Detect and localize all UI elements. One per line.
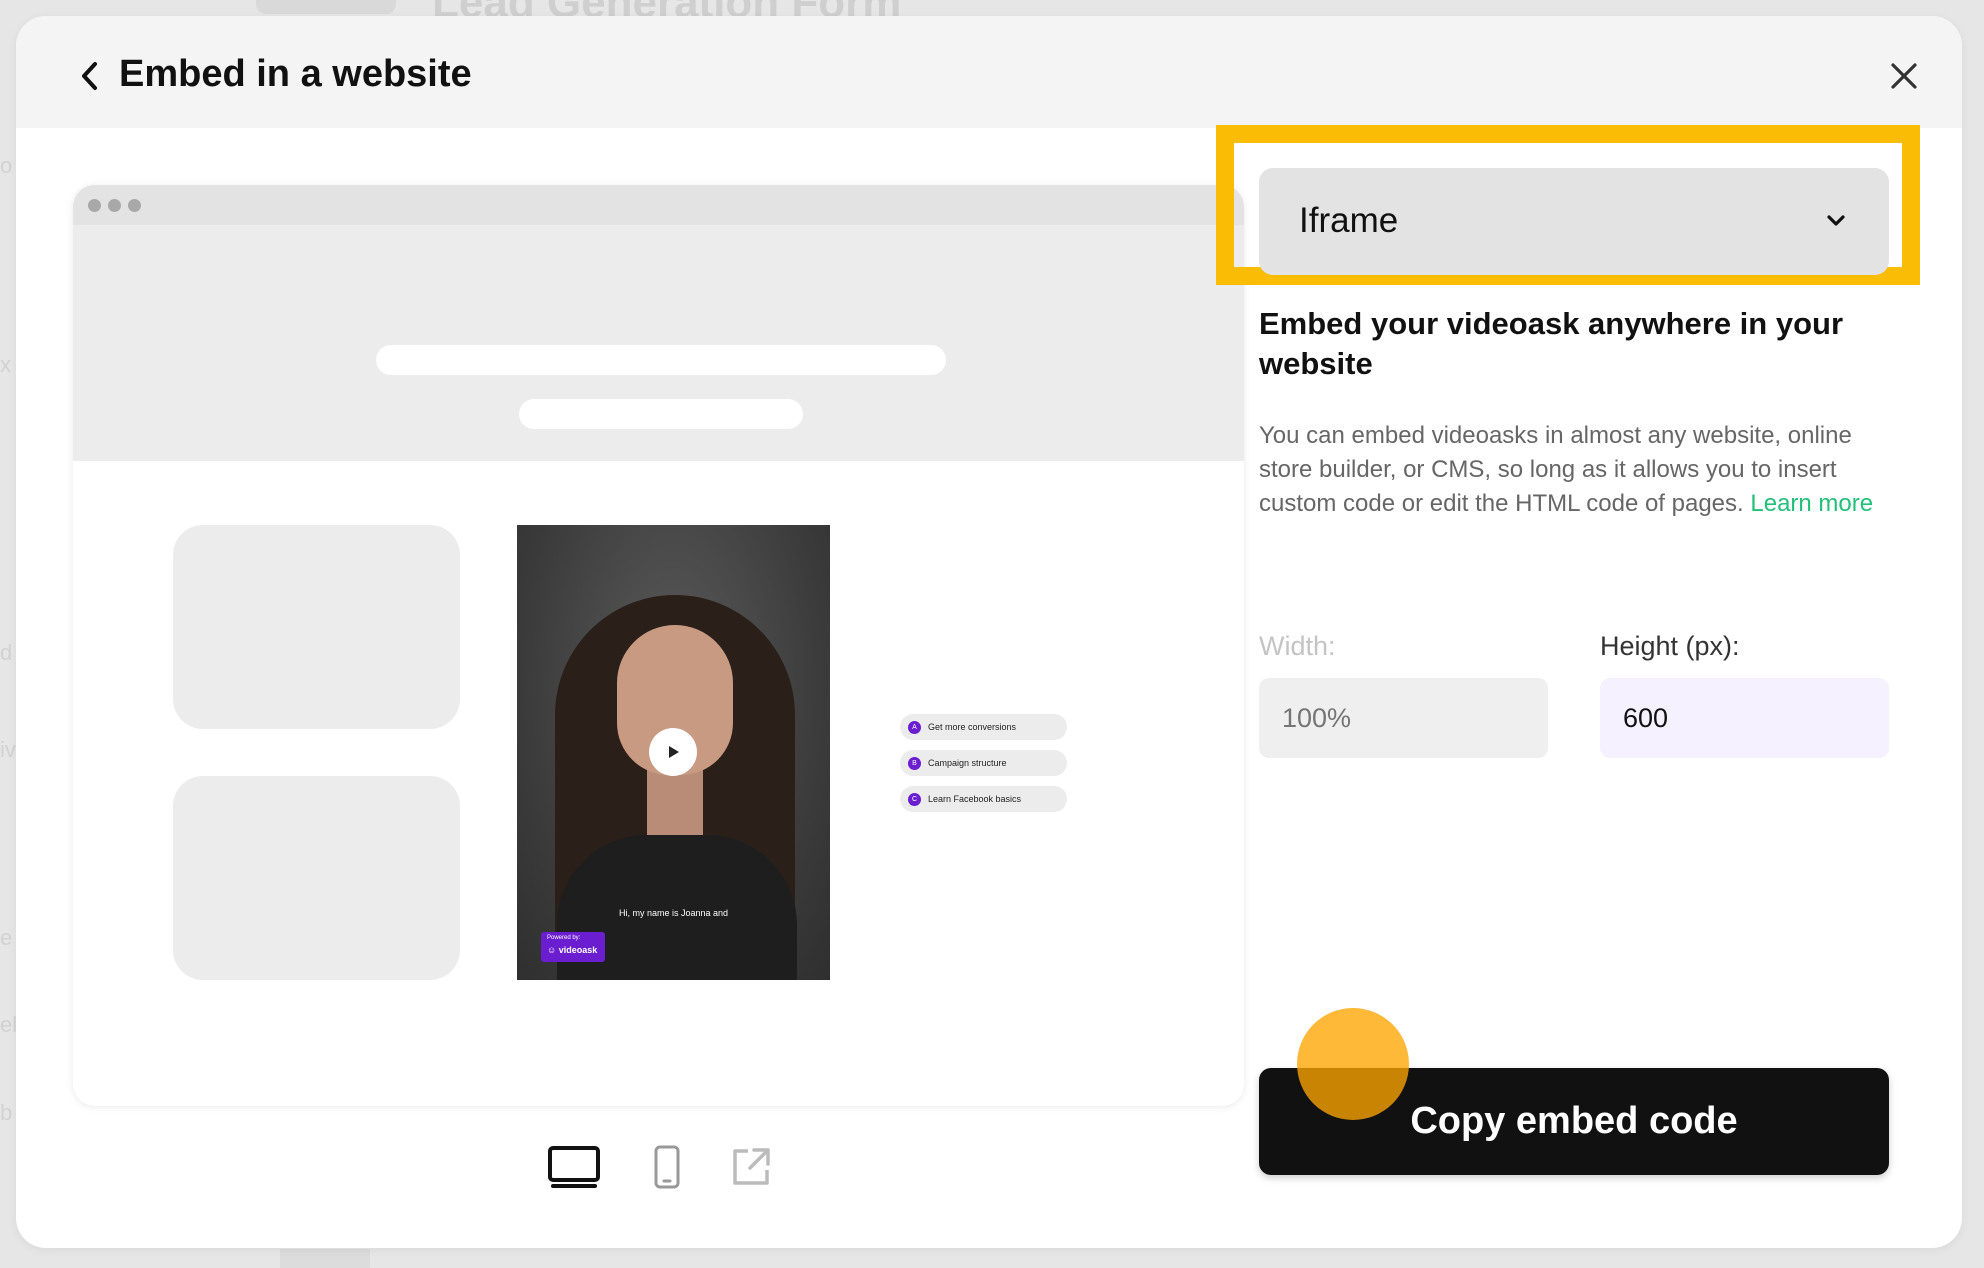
width-label: Width: bbox=[1259, 631, 1336, 661]
answer-option[interactable]: C Learn Facebook basics bbox=[900, 786, 1067, 812]
panel-description: You can embed videoasks in almost any we… bbox=[1259, 419, 1899, 521]
backdrop-side-text: o bbox=[0, 153, 13, 178]
window-dot bbox=[88, 199, 101, 212]
backdrop-side-text: b bbox=[0, 1100, 13, 1125]
modal-header: Embed in a website bbox=[16, 16, 1962, 128]
answer-label: Get more conversions bbox=[928, 722, 1017, 732]
videoask-brand-text: videoask bbox=[558, 945, 598, 955]
answer-letter: B bbox=[908, 756, 921, 770]
embed-type-select[interactable]: Iframe bbox=[1259, 168, 1889, 275]
chevron-left-icon bbox=[82, 62, 97, 90]
backdrop-side-text: iv bbox=[0, 737, 16, 762]
width-input[interactable] bbox=[1259, 678, 1548, 758]
desktop-view-button[interactable] bbox=[546, 1144, 602, 1190]
window-dot bbox=[128, 199, 141, 212]
preview-hero bbox=[73, 225, 1244, 461]
content-placeholder-card bbox=[173, 776, 460, 980]
answer-option[interactable]: B Campaign structure bbox=[900, 750, 1067, 776]
play-icon bbox=[669, 746, 679, 758]
chevron-down-icon bbox=[1827, 215, 1845, 226]
videoask-logo-icon: ☺ bbox=[547, 945, 557, 955]
back-button[interactable] bbox=[68, 54, 112, 98]
answer-letter: C bbox=[908, 792, 921, 806]
mobile-view-icon bbox=[654, 1145, 680, 1189]
backdrop-footer-block bbox=[280, 1249, 370, 1268]
copy-embed-code-button[interactable]: Copy embed code bbox=[1259, 1068, 1889, 1175]
content-placeholder-card bbox=[173, 525, 460, 729]
window-dot bbox=[108, 199, 121, 212]
learn-more-link[interactable]: Learn more bbox=[1750, 490, 1873, 517]
website-preview: Hi, my name is Joanna and Powered by: ☺ … bbox=[73, 185, 1244, 1106]
embed-type-value: Iframe bbox=[1299, 201, 1399, 240]
modal-title: Embed in a website bbox=[119, 53, 472, 95]
answer-letter: A bbox=[908, 720, 921, 734]
desktop-view-icon bbox=[548, 1146, 600, 1188]
answer-option[interactable]: A Get more conversions bbox=[900, 714, 1067, 740]
powered-by-badge[interactable]: Powered by: ☺ videoask bbox=[541, 932, 605, 962]
play-button[interactable] bbox=[649, 728, 697, 776]
close-button[interactable] bbox=[1882, 54, 1926, 98]
videoask-video[interactable]: Hi, my name is Joanna and Powered by: ☺ … bbox=[517, 525, 830, 980]
backdrop-side-text: d bbox=[0, 640, 13, 665]
height-input[interactable] bbox=[1600, 678, 1889, 758]
backdrop-avatar bbox=[256, 0, 396, 14]
backdrop-side-text: x bbox=[0, 352, 11, 377]
hero-placeholder-line bbox=[519, 399, 803, 429]
powered-by-label: Powered by: bbox=[547, 935, 581, 941]
backdrop-side-text: e bbox=[0, 925, 13, 950]
mobile-view-button[interactable] bbox=[652, 1144, 682, 1190]
browser-bar bbox=[73, 185, 1244, 225]
hero-placeholder-line bbox=[376, 345, 946, 375]
answer-label: Campaign structure bbox=[928, 758, 1007, 768]
close-icon bbox=[1891, 63, 1917, 89]
videoask-logo: ☺ videoask bbox=[547, 945, 597, 955]
open-external-icon bbox=[733, 1148, 770, 1185]
answer-label: Learn Facebook basics bbox=[928, 794, 1022, 804]
panel-heading: Embed your videoask anywhere in your web… bbox=[1259, 306, 1844, 381]
height-label: Height (px): bbox=[1600, 631, 1740, 661]
video-caption: Hi, my name is Joanna and bbox=[618, 908, 729, 918]
open-external-button[interactable] bbox=[729, 1144, 773, 1190]
backdrop-side-text: el bbox=[0, 1012, 18, 1037]
